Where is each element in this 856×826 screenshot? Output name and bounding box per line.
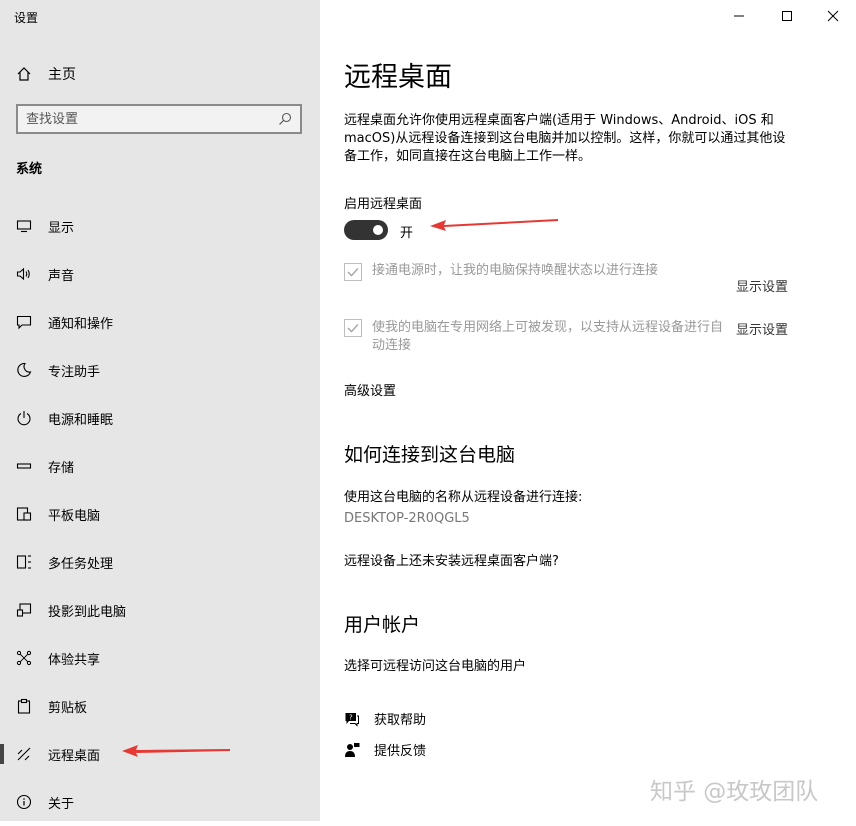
sidebar-item-label: 声音 [48,268,75,284]
discoverable-label: 使我的电脑在专用网络上可被发现，以支持从远程设备进行自动连接 [372,320,724,353]
message-icon [16,314,32,330]
sidebar-item-label: 体验共享 [48,652,101,668]
moon-icon [16,362,32,378]
info-icon [16,794,32,810]
advanced-settings-link[interactable]: 高级设置 [344,380,396,399]
project-icon [16,602,32,618]
maximize-icon [782,11,792,21]
sidebar-item-display[interactable]: 显示 [0,202,320,250]
sidebar-item-label: 关于 [48,796,75,812]
share-icon [16,650,32,666]
help-chat-icon: ? [345,712,359,727]
search-input[interactable] [26,111,278,127]
check-icon [347,323,359,333]
sidebar-item-about[interactable]: 关于 [0,778,320,826]
annotation-arrow-toggle [430,219,558,231]
home-nav[interactable]: 主页 [16,64,76,84]
minimize-button[interactable] [716,0,762,32]
no-client-link[interactable]: 远程设备上还未安装远程桌面客户端? [344,550,559,569]
sidebar-item-power[interactable]: 电源和睡眠 [0,394,320,442]
get-help-link[interactable]: ? 获取帮助 [344,709,426,728]
display-settings-link-2[interactable]: 显示设置 [736,319,788,338]
enable-remote-desktop-label: 启用远程桌面 [344,197,423,212]
sidebar-item-sound[interactable]: 声音 [0,250,320,298]
sidebar-item-project[interactable]: 投影到此电脑 [0,586,320,634]
svg-text:?: ? [349,713,353,721]
sidebar-item-focus-assist[interactable]: 专注助手 [0,346,320,394]
sidebar-item-label: 显示 [48,220,75,236]
check-icon [347,267,359,277]
main-pane: 远程桌面 远程桌面允许你使用远程桌面客户端(适用于 Windows、Androi… [320,0,856,821]
page-title: 远程桌面 [344,62,452,93]
search-icon[interactable] [278,112,292,126]
sidebar-nav: 显示 声音 通知和操作 专注助手 电源和睡眠 存储 平板电脑 多任务处理 投影到… [0,202,320,826]
tablet-icon [16,506,32,522]
home-icon [17,67,31,81]
maximize-button[interactable] [764,0,810,32]
remote-desktop-toggle[interactable] [344,220,388,240]
sidebar-item-label: 通知和操作 [48,316,114,332]
keep-awake-checkbox[interactable] [344,263,362,281]
multitask-icon [16,554,32,570]
power-icon [16,410,32,426]
minimize-icon [734,15,744,17]
sidebar-item-clipboard[interactable]: 剪贴板 [0,682,320,730]
accounts-heading: 用户帐户 [344,614,421,636]
feedback-link[interactable]: 提供反馈 [344,740,426,759]
sidebar-item-multitasking[interactable]: 多任务处理 [0,538,320,586]
discoverable-checkbox[interactable] [344,319,362,337]
keep-awake-label: 接通电源时，让我的电脑保持唤醒状态以进行连接 [372,263,659,278]
close-button[interactable] [810,0,856,32]
search-box[interactable] [16,104,302,134]
sidebar-item-label: 电源和睡眠 [48,412,114,428]
feedback-person-icon [345,742,360,757]
connect-text: 使用这台电脑的名称从远程设备进行连接: [344,490,583,505]
monitor-icon [16,218,32,234]
sidebar-item-label: 多任务处理 [48,556,114,572]
sidebar-item-label: 投影到此电脑 [48,604,127,620]
get-help-label: 获取帮助 [374,713,427,728]
connect-heading: 如何连接到这台电脑 [344,444,516,466]
watermark: 知乎 @玫玫团队 [650,779,819,805]
sidebar-item-label: 专注助手 [48,364,101,380]
section-title: 系统 [16,162,43,177]
storage-icon [16,458,32,474]
sidebar-item-label: 剪贴板 [48,700,88,716]
toggle-state-label: 开 [400,226,414,241]
sidebar-item-label: 远程桌面 [48,748,101,764]
sidebar-item-notifications[interactable]: 通知和操作 [0,298,320,346]
annotation-arrow-sidebar [122,745,230,757]
pc-name: DESKTOP-2R0QGL5 [344,511,470,526]
sidebar-item-label: 平板电脑 [48,508,101,524]
sidebar: 设置 主页 系统 显示 声音 通知和操作 专注助手 电源和睡眠 [0,0,320,821]
select-users-link[interactable]: 选择可远程访问这台电脑的用户 [344,655,526,674]
sidebar-item-storage[interactable]: 存储 [0,442,320,490]
speaker-icon [16,266,32,282]
feedback-label: 提供反馈 [374,744,427,759]
close-icon [827,10,839,22]
home-label: 主页 [48,67,76,83]
window-title: 设置 [14,11,39,25]
remote-desktop-icon [16,746,32,762]
sidebar-item-label: 存储 [48,460,75,476]
page-description: 远程桌面允许你使用远程桌面客户端(适用于 Windows、Android、iOS… [344,113,786,164]
display-settings-link-1[interactable]: 显示设置 [736,276,788,295]
sidebar-item-tablet[interactable]: 平板电脑 [0,490,320,538]
sidebar-item-shared-experience[interactable]: 体验共享 [0,634,320,682]
clipboard-icon [16,698,32,714]
